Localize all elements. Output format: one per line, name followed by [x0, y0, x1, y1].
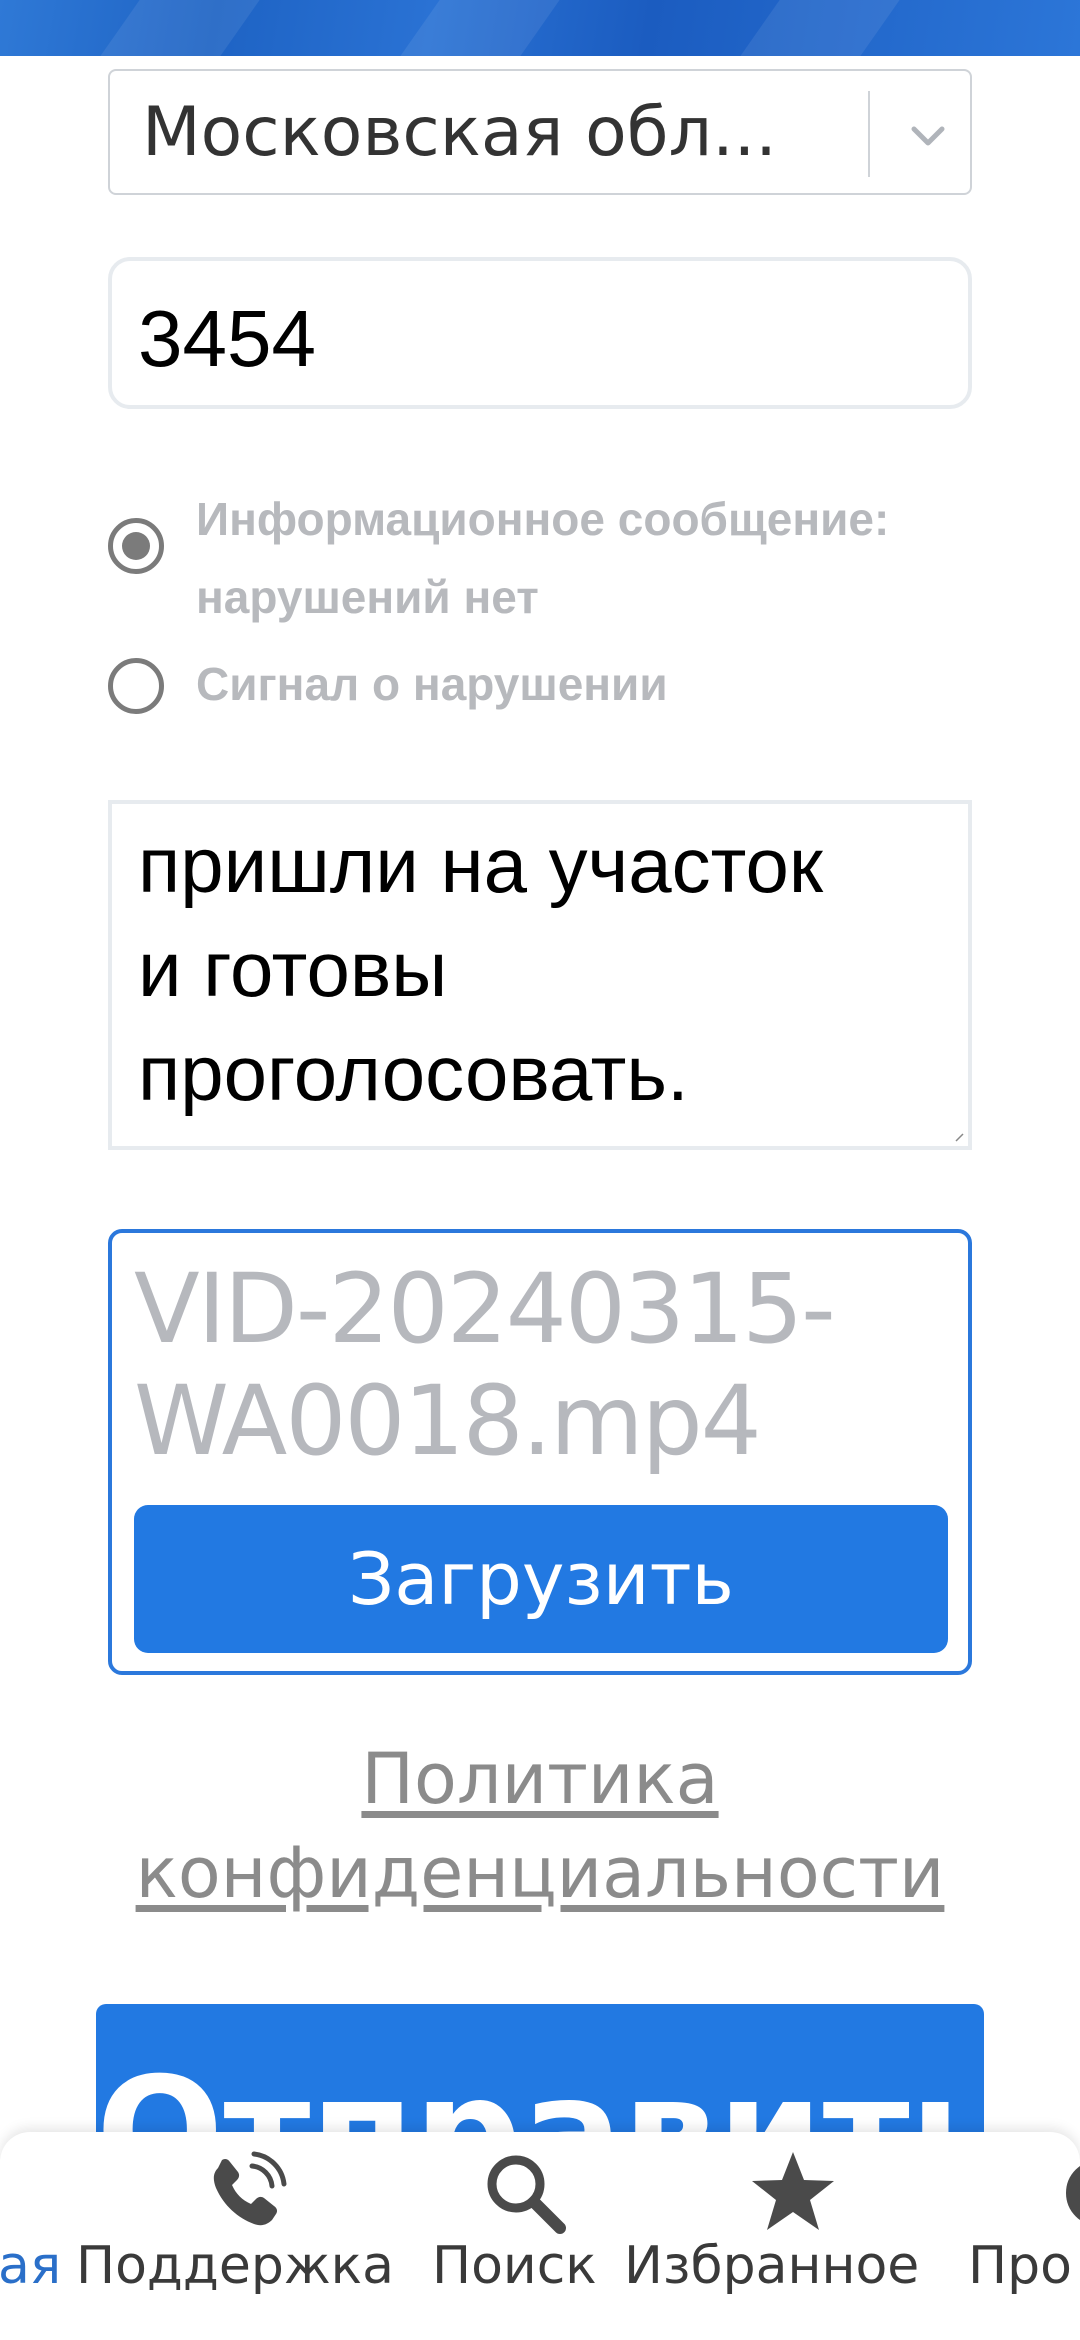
privacy-policy-link[interactable]: Политика конфиденциальности [60, 1732, 1020, 1920]
radio-button-violation[interactable] [108, 658, 164, 714]
nav-item-support[interactable]: Поддержка [76, 2236, 394, 2296]
station-number-value: 3454 [138, 294, 316, 383]
radio-button-info[interactable] [108, 518, 164, 574]
chevron-down-icon[interactable] [898, 105, 958, 165]
search-icon[interactable] [480, 2148, 570, 2238]
radio-label-info: Информационное сообщение: нарушений нет [196, 493, 890, 623]
region-select-value: Московская обл... [142, 93, 777, 172]
bottom-navigation: ая Поддержка Поиск Избранное Про [0, 2132, 1080, 2340]
radio-label-violation: Сигнал о нарушении [196, 658, 668, 710]
phone-icon[interactable] [200, 2148, 290, 2238]
star-icon[interactable] [748, 2148, 838, 2238]
top-header-bar [0, 0, 1080, 56]
file-upload-box[interactable]: VID-20240315-WA0018.mp4 Загрузить [108, 1229, 972, 1675]
region-select[interactable]: Московская обл... [108, 69, 972, 195]
resize-grip-icon[interactable] [954, 1132, 964, 1142]
uploaded-filename: VID-20240315-WA0018.mp4 [134, 1253, 836, 1477]
nav-item-search[interactable]: Поиск [432, 2236, 597, 2296]
radio-selected-dot [122, 532, 150, 560]
gear-icon[interactable] [1054, 2148, 1080, 2238]
station-number-input[interactable]: 3454 [108, 257, 972, 409]
nav-item-profile[interactable]: Про [968, 2236, 1072, 2296]
nav-item-favorites[interactable]: Избранное [624, 2236, 919, 2296]
upload-button[interactable]: Загрузить [134, 1505, 948, 1653]
comment-textarea[interactable]: ые избиратели уже пришли на участок и го… [108, 800, 972, 1150]
comment-text: ые избиратели уже пришли на участок и го… [138, 804, 833, 1117]
select-divider [868, 91, 870, 177]
nav-item-home[interactable]: ая [0, 2236, 61, 2296]
